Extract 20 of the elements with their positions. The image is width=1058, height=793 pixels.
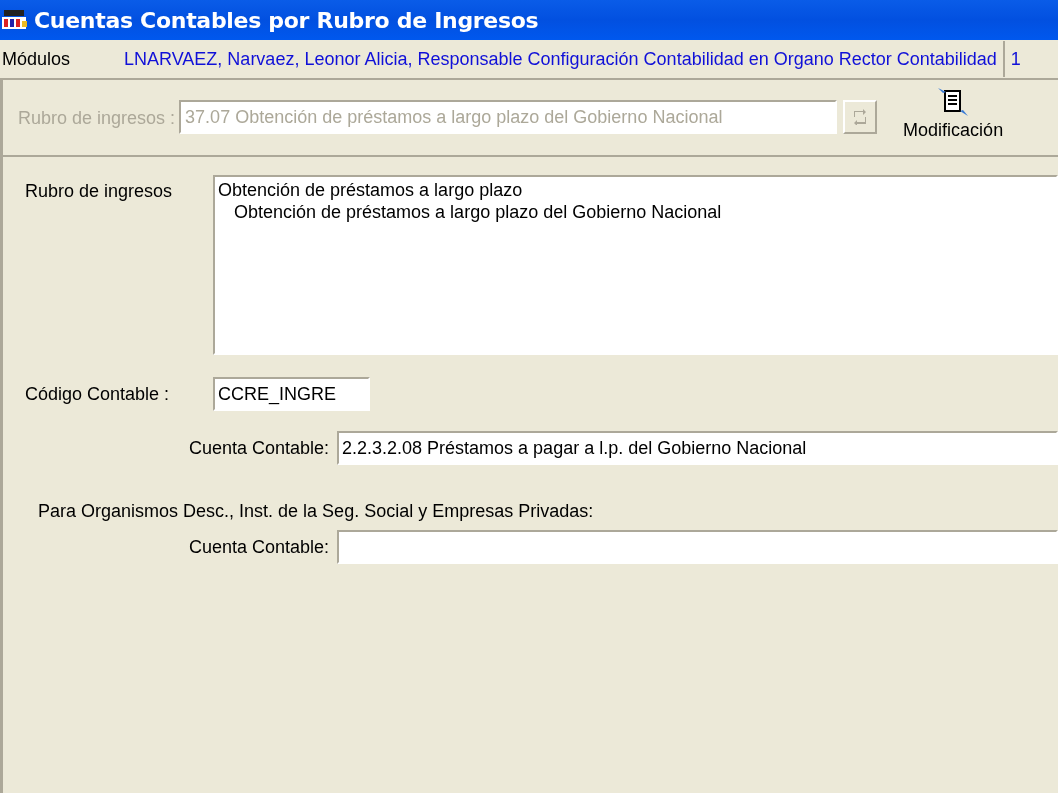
field-label: Rubro de ingresos : [18,108,176,129]
modify-button[interactable]: Modificación [899,86,1008,141]
tree-list[interactable]: Obtención de préstamos a largo plazo Obtención de préstamos a largo plazo del Gobierno Nacional [213,175,1058,355]
arrow-icon [852,109,869,125]
menu-item[interactable]: Módulos [0,48,124,70]
section-label: Para Organismos Desc., Inst. de la Seg. Social y Empresas Privadas: [37,501,594,522]
input-field[interactable]: CCRE_INGRE [213,377,370,411]
status-text: 1 [1009,48,1021,70]
tree-item[interactable]: Obtención de préstamos a largo plazo [218,179,1053,201]
app-icon [2,9,28,31]
lookup-button[interactable] [843,100,878,134]
field-label: Cuenta Contable: [189,437,331,459]
input-field[interactable]: 2.2.3.2.08 Préstamos a pagar a l.p. del Gobierno Nacional [337,431,1058,465]
field-label: Cuenta Contable: [189,536,331,558]
field-label: Código Contable : [24,383,171,405]
input-field[interactable] [337,530,1058,564]
window-title: Cuentas Contables por Rubro de Ingresos [34,7,539,33]
tree-item[interactable]: Obtención de préstamos a largo plazo del Gobierno Nacional [218,201,1053,223]
field-label: Rubro de ingresos [24,181,174,202]
user-info: LNARVAEZ, Narvaez, Leonor Alicia, Responsable Configuración Contabilidad en Organo Rector Contabilidad [124,41,1005,77]
